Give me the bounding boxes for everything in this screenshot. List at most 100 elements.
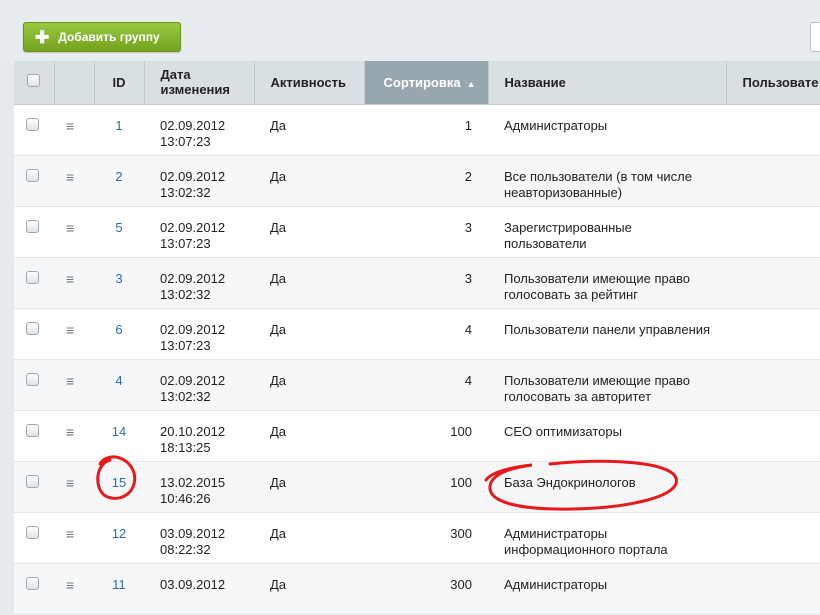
row-select-cell (14, 563, 54, 615)
table-row[interactable]: ≡ 5 02.09.2012 13:07:23 Да 3 Зарегистрированны… (14, 206, 820, 258)
row-id-cell: 1 (94, 104, 144, 156)
row-active-cell: Да (254, 359, 364, 411)
table-row[interactable]: ≡ 6 02.09.2012 13:07:23 Да 4 Пользователи пане… (14, 308, 820, 360)
row-sort: 300 (450, 576, 472, 592)
row-users-cell (726, 563, 820, 615)
row-checkbox[interactable] (26, 270, 39, 284)
row-date: 02.09.2012 (160, 372, 226, 388)
table-row[interactable]: ≡ 15 13.02.2015 10:46:26 Да 100 База Эндокрино… (14, 461, 820, 513)
table-row[interactable]: ≡ 11 03.09.2012 Да 300 Администраторы (14, 563, 820, 615)
row-time: 08:22:32 (160, 541, 211, 557)
column-header-id[interactable]: ID (94, 61, 145, 105)
row-name-cell: Пользователи панели управления (488, 308, 726, 360)
row-actions-menu-icon[interactable]: ≡ (66, 170, 94, 184)
row-active: Да (270, 117, 287, 133)
row-actions-menu-icon[interactable]: ≡ (66, 476, 94, 490)
row-date: 03.09.2012 (160, 576, 226, 592)
row-menu-cell: ≡ (54, 206, 94, 258)
add-group-button[interactable]: ✚ Добавить группу (23, 22, 181, 52)
row-id-link[interactable]: 12 (94, 513, 144, 541)
row-checkbox[interactable] (26, 525, 39, 539)
row-sort-cell: 2 (364, 155, 488, 207)
row-menu-cell: ≡ (54, 410, 94, 462)
row-name-cell: Все пользователи (в том числе неавторизо… (488, 155, 726, 207)
toolbar-right-button[interactable] (810, 22, 820, 52)
row-name: Пользователи панели управления (504, 321, 711, 337)
row-checkbox[interactable] (26, 168, 39, 182)
row-date: 02.09.2012 (160, 270, 226, 286)
row-sort-cell: 3 (364, 257, 488, 309)
row-id-link[interactable]: 15 (94, 462, 144, 490)
table-row[interactable]: ≡ 14 20.10.2012 18:13:25 Да 100 СЕО оптимизато… (14, 410, 820, 462)
row-active-cell: Да (254, 104, 364, 156)
row-id-link[interactable]: 14 (94, 411, 144, 439)
row-id-cell: 2 (94, 155, 144, 207)
row-sort-cell: 300 (364, 512, 488, 564)
row-users-cell (726, 155, 820, 207)
row-active-cell: Да (254, 257, 364, 309)
table-row[interactable]: ≡ 4 02.09.2012 13:02:32 Да 4 Пользователи имею… (14, 359, 820, 411)
row-menu-cell: ≡ (54, 155, 94, 207)
row-actions-menu-icon[interactable]: ≡ (66, 323, 94, 337)
row-menu-cell: ≡ (54, 563, 94, 615)
row-actions-menu-icon[interactable]: ≡ (66, 119, 94, 133)
column-header-date[interactable]: Дата изменения (144, 61, 255, 105)
row-date-cell: 13.02.2015 10:46:26 (144, 461, 254, 513)
row-date-cell: 03.09.2012 (144, 563, 254, 615)
row-id-cell: 6 (94, 308, 144, 360)
row-active: Да (270, 321, 287, 337)
row-id-link[interactable]: 11 (94, 564, 144, 592)
row-checkbox[interactable] (26, 117, 39, 131)
row-active-cell: Да (254, 308, 364, 360)
row-checkbox[interactable] (26, 576, 39, 590)
row-id-link[interactable]: 4 (94, 360, 144, 388)
row-select-cell (14, 512, 54, 564)
row-name-cell: Администраторы (488, 104, 726, 156)
table-row[interactable]: ≡ 3 02.09.2012 13:02:32 Да 3 Пользователи имею… (14, 257, 820, 309)
row-sort-cell: 300 (364, 563, 488, 615)
table-row[interactable]: ≡ 12 03.09.2012 08:22:32 Да 300 Администраторы… (14, 512, 820, 564)
select-all-checkbox[interactable] (27, 74, 41, 88)
row-menu-cell: ≡ (54, 257, 94, 309)
row-checkbox[interactable] (26, 474, 39, 488)
row-select-cell (14, 359, 54, 411)
row-checkbox[interactable] (26, 423, 39, 437)
row-date: 02.09.2012 (160, 168, 226, 184)
row-active: Да (270, 525, 287, 541)
row-id-link[interactable]: 5 (94, 207, 144, 235)
row-id-link[interactable]: 2 (94, 156, 144, 184)
row-active: Да (270, 168, 287, 184)
row-time: 10:46:26 (160, 490, 211, 506)
row-sort-cell: 1 (364, 104, 488, 156)
row-select-cell (14, 257, 54, 309)
column-header-users-label: Пользовате (742, 74, 819, 90)
table-row[interactable]: ≡ 1 02.09.2012 13:07:23 Да 1 Администраторы (14, 104, 820, 156)
row-active: Да (270, 423, 287, 439)
row-id-cell: 11 (94, 563, 144, 615)
row-checkbox[interactable] (26, 372, 39, 386)
row-date-cell: 03.09.2012 08:22:32 (144, 512, 254, 564)
row-name: Все пользователи (в том числе неавторизо… (504, 168, 692, 200)
row-sort: 300 (450, 525, 472, 541)
actions-header (54, 61, 95, 105)
column-header-active[interactable]: Активность (254, 61, 365, 105)
row-actions-menu-icon[interactable]: ≡ (66, 272, 94, 286)
row-id-link[interactable]: 1 (94, 105, 144, 133)
row-actions-menu-icon[interactable]: ≡ (66, 425, 94, 439)
row-actions-menu-icon[interactable]: ≡ (66, 374, 94, 388)
row-menu-cell: ≡ (54, 461, 94, 513)
table-row[interactable]: ≡ 2 02.09.2012 13:02:32 Да 2 Все пользователи … (14, 155, 820, 207)
row-actions-menu-icon[interactable]: ≡ (66, 527, 94, 541)
row-id-link[interactable]: 3 (94, 258, 144, 286)
column-header-name[interactable]: Название (488, 61, 727, 105)
row-id-link[interactable]: 6 (94, 309, 144, 337)
column-header-users[interactable]: Пользовате (726, 61, 820, 105)
row-date: 20.10.2012 (160, 423, 226, 439)
row-id-cell: 14 (94, 410, 144, 462)
row-checkbox[interactable] (26, 321, 39, 335)
row-users-cell (726, 257, 820, 309)
column-header-sort[interactable]: Сортировка ▲ (364, 61, 489, 105)
row-checkbox[interactable] (26, 219, 39, 233)
row-actions-menu-icon[interactable]: ≡ (66, 221, 94, 235)
row-active: Да (270, 219, 287, 235)
